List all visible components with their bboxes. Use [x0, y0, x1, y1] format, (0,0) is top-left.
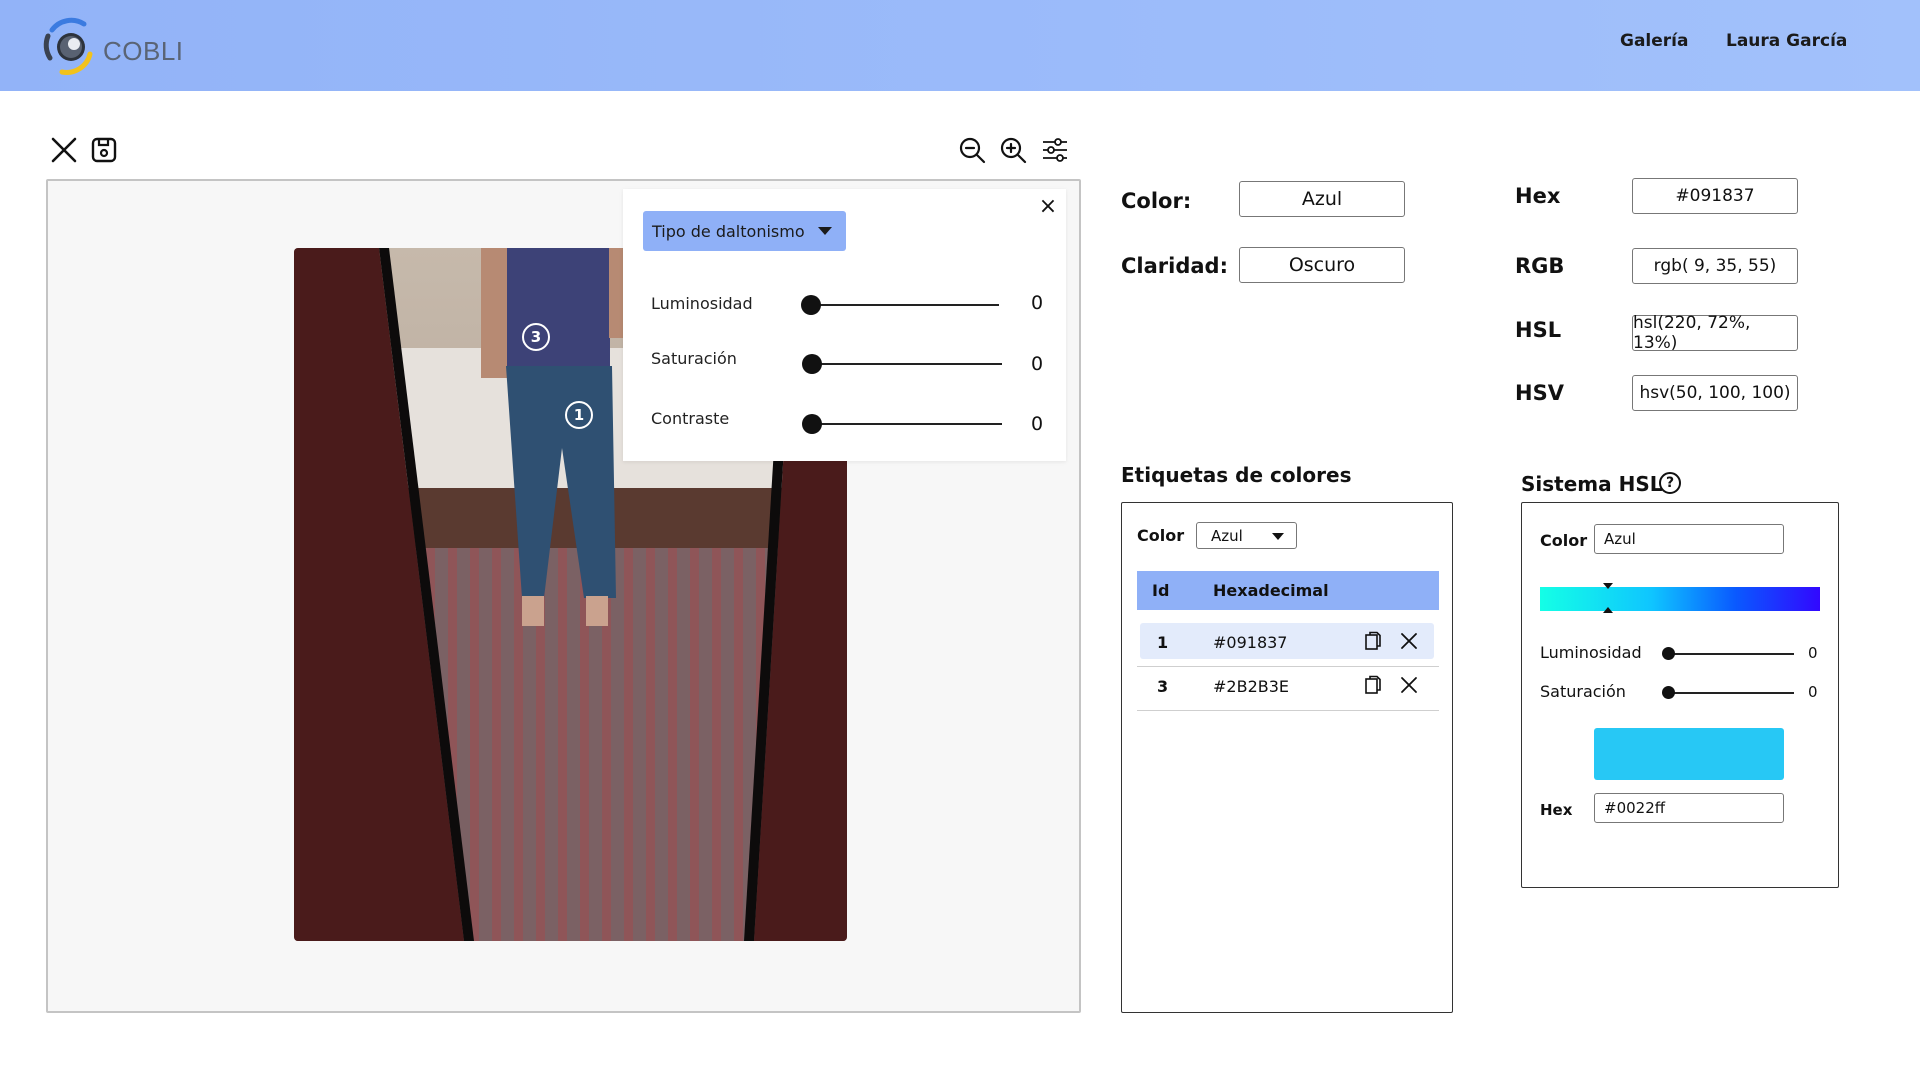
slider-knob[interactable] [802, 414, 822, 434]
hsl-color-label: Color [1540, 531, 1588, 550]
hsv-field: hsv(50, 100, 100) [1632, 375, 1798, 411]
color-preview-swatch [1594, 728, 1784, 780]
row-id: 3 [1157, 677, 1169, 696]
slider-label-saturation: Saturación [651, 349, 737, 368]
slider-knob[interactable] [1662, 647, 1675, 660]
hue-marker-bottom[interactable] [1603, 607, 1613, 613]
slider-value-saturation: 0 [1031, 353, 1044, 375]
slider-label-luminosity: Luminosidad [651, 294, 753, 313]
nav-user-link[interactable]: Laura García [1726, 31, 1847, 51]
save-icon[interactable] [87, 133, 121, 167]
hsl-slider-luminosity[interactable] [1662, 647, 1794, 660]
row-hex: #2B2B3E [1213, 677, 1290, 696]
slider-luminosity[interactable] [801, 295, 999, 315]
sliders-icon[interactable] [1038, 133, 1072, 167]
zoom-in-icon[interactable] [996, 133, 1030, 167]
nav-gallery-link[interactable]: Galería [1620, 31, 1688, 51]
slider-knob[interactable] [802, 354, 822, 374]
delete-icon[interactable] [1400, 632, 1418, 650]
logo-icon[interactable] [40, 14, 98, 78]
hue-marker-top[interactable] [1603, 583, 1613, 589]
hsl-color-input[interactable]: Azul [1594, 524, 1784, 554]
help-icon[interactable]: ? [1659, 472, 1681, 494]
hsl-label: HSL [1515, 318, 1562, 342]
copy-icon[interactable] [1364, 631, 1382, 651]
caret-down-icon [1272, 533, 1284, 540]
hsl-slider-label-saturation: Saturación [1540, 682, 1626, 701]
row-id: 1 [1157, 633, 1169, 652]
tags-table-header: Id Hexadecimal [1137, 571, 1439, 610]
top-header: COBLI Galería Laura García [0, 0, 1920, 91]
slider-label-contrast: Contraste [651, 409, 730, 428]
delete-icon[interactable] [1400, 676, 1418, 694]
hsl-value-saturation: 0 [1808, 683, 1818, 701]
hsl-slider-label-luminosity: Luminosidad [1540, 643, 1642, 662]
colorblind-type-dropdown[interactable]: Tipo de daltonismo [643, 211, 846, 251]
zoom-out-icon[interactable] [955, 133, 989, 167]
logo-text: COBLI [103, 36, 184, 66]
hsl-system-title: Sistema HSL [1521, 472, 1663, 496]
hsl-system-panel: Color Azul Luminosidad 0 Saturación 0 He… [1521, 502, 1839, 888]
tags-color-select[interactable]: Azul [1196, 522, 1297, 549]
popup-close-icon[interactable]: × [1038, 196, 1058, 218]
hsl-value-luminosity: 0 [1808, 644, 1818, 662]
tags-color-label: Color [1137, 526, 1185, 545]
slider-value-contrast: 0 [1031, 413, 1044, 435]
slider-value-luminosity: 0 [1031, 292, 1044, 314]
hsl-hex-input[interactable]: #0022ff [1594, 793, 1784, 823]
rgb-label: RGB [1515, 254, 1565, 278]
slider-saturation[interactable] [802, 354, 1002, 374]
hsl-field: hsl(220, 72%, 13%) [1632, 313, 1798, 353]
col-id: Id [1152, 581, 1170, 600]
table-row[interactable]: 3 #2B2B3E [1137, 667, 1439, 711]
table-row[interactable]: 1 #091837 [1137, 623, 1439, 667]
tags-title: Etiquetas de colores [1121, 463, 1352, 487]
copy-icon[interactable] [1364, 675, 1382, 695]
clarity-field: Oscuro [1239, 247, 1405, 283]
col-hex: Hexadecimal [1213, 581, 1329, 600]
clarity-label: Claridad: [1121, 254, 1228, 278]
color-tags-panel: Color Azul Id Hexadecimal 1 #091837 3 #2… [1121, 502, 1453, 1013]
hue-gradient-slider[interactable] [1540, 587, 1820, 611]
marker-3[interactable]: 3 [522, 323, 550, 351]
marker-1[interactable]: 1 [565, 401, 593, 429]
tags-color-selected: Azul [1211, 526, 1243, 545]
row-hex: #091837 [1213, 633, 1288, 652]
rgb-field: rgb( 9, 35, 55) [1632, 248, 1798, 284]
color-label: Color: [1121, 189, 1192, 213]
hex-label: Hex [1515, 184, 1561, 208]
color-name-field: Azul [1239, 181, 1405, 217]
colorblind-type-label: Tipo de daltonismo [652, 221, 805, 241]
caret-down-icon [818, 227, 832, 235]
hsl-slider-saturation[interactable] [1662, 686, 1794, 699]
close-icon[interactable] [47, 133, 81, 167]
slider-contrast[interactable] [802, 414, 1002, 434]
slider-knob[interactable] [801, 295, 821, 315]
slider-knob[interactable] [1662, 686, 1675, 699]
hex-field: #091837 [1632, 178, 1798, 214]
hsl-hex-label: Hex [1540, 801, 1573, 819]
adjustments-popup: × Tipo de daltonismo Luminosidad 0 Satur… [623, 189, 1066, 461]
hsv-label: HSV [1515, 381, 1564, 405]
